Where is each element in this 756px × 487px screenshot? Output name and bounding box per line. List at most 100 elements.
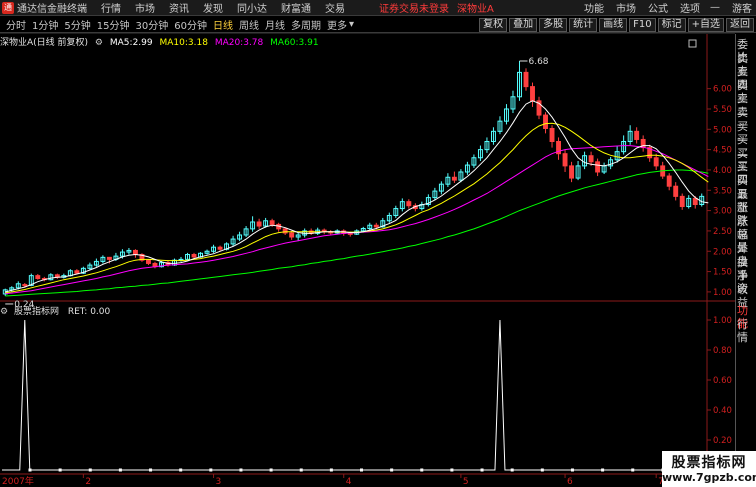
- indicator-settings-icon[interactable]: ⚙: [0, 307, 8, 317]
- candle: [562, 149, 568, 172]
- candle: [627, 125, 633, 145]
- candle: [132, 249, 138, 258]
- candle: [393, 205, 399, 218]
- price-axis-label: 4.00: [713, 166, 732, 176]
- ret-marker: [390, 468, 394, 472]
- ma10-line: [5, 122, 709, 294]
- kline-chart[interactable]: 6.680.24 6.005.505.004.504.003.503.002.5…: [0, 0, 735, 487]
- candle: [517, 61, 522, 101]
- candle-body: [451, 176, 457, 181]
- price-axis-label: 2.00: [713, 247, 732, 257]
- time-axis-label: 4: [346, 477, 352, 487]
- candle: [464, 161, 470, 175]
- candle-body: [217, 246, 223, 250]
- candle: [256, 218, 262, 229]
- candle: [425, 194, 431, 207]
- candle: [61, 273, 67, 279]
- candle: [243, 226, 249, 238]
- price-axis-label: 1.00: [713, 288, 732, 298]
- candle-body: [523, 71, 529, 88]
- time-axis-label: 5: [463, 477, 469, 487]
- candle-body: [666, 175, 672, 187]
- candle: [185, 252, 190, 261]
- ret-marker: [329, 468, 333, 472]
- sub-indicator-header: ⚙ 股票指标网 RET: 0.00: [0, 304, 111, 317]
- ret-marker: [179, 468, 183, 472]
- candle: [230, 235, 236, 247]
- candle: [523, 68, 529, 91]
- candle: [48, 273, 54, 281]
- candle: [640, 135, 646, 152]
- price-axis-label: 1.50: [713, 268, 732, 278]
- candle: [530, 82, 535, 107]
- candle: [679, 193, 685, 210]
- candle-body: [289, 232, 295, 238]
- candle: [386, 212, 392, 223]
- time-axis-label: 6: [567, 477, 573, 487]
- candle-body: [132, 249, 138, 256]
- candle: [621, 135, 627, 155]
- candle-body: [406, 201, 412, 207]
- ret-marker: [480, 468, 484, 472]
- candle-body: [269, 220, 275, 225]
- watermark-title: 股票指标网: [671, 455, 747, 471]
- ret-marker: [88, 468, 92, 472]
- candle: [569, 161, 575, 183]
- candle-body: [679, 195, 685, 208]
- price-axis-label: 3.00: [713, 207, 732, 217]
- time-axis-start-label: 2007年: [2, 475, 34, 487]
- ret-indicator-line: [2, 319, 705, 471]
- candle: [54, 273, 60, 279]
- ret-marker: [28, 468, 32, 472]
- candle: [497, 116, 503, 135]
- indicator-name[interactable]: 股票指标网: [14, 307, 59, 317]
- candle: [601, 162, 607, 175]
- candle: [432, 187, 438, 201]
- candle-body: [543, 114, 548, 129]
- candle-body: [588, 155, 594, 163]
- candle-body: [549, 127, 555, 142]
- candle: [543, 112, 548, 134]
- guest-user[interactable]: 游客: [732, 0, 752, 15]
- candle: [549, 125, 555, 148]
- candle: [504, 104, 509, 125]
- ret-marker: [540, 468, 544, 472]
- high-price-label: 6.68: [528, 57, 548, 67]
- candle: [93, 258, 99, 267]
- candle: [100, 255, 106, 264]
- candle-body: [74, 270, 80, 274]
- candle: [614, 146, 620, 163]
- ret-marker: [149, 468, 153, 472]
- candle: [211, 244, 217, 253]
- side-tab-quotes[interactable]: 行情: [737, 318, 756, 344]
- candle: [191, 252, 197, 259]
- time-axis-label: 2: [85, 477, 91, 487]
- candle: [575, 161, 581, 181]
- candle: [139, 253, 145, 262]
- candle-body: [146, 259, 151, 264]
- candle: [126, 248, 132, 255]
- candle: [582, 151, 588, 170]
- candle-body: [256, 221, 262, 227]
- candle-body: [106, 256, 112, 260]
- candle: [295, 232, 301, 242]
- ma20-line: [5, 145, 709, 294]
- ret-marker: [450, 468, 454, 472]
- ret-marker: [118, 468, 122, 472]
- candle-body: [562, 153, 568, 167]
- ret-value: 0.00: [90, 307, 111, 317]
- sub-axis-label: 0.40: [713, 406, 732, 416]
- candle: [666, 173, 672, 191]
- candle-body: [569, 165, 575, 179]
- candle: [87, 262, 93, 270]
- candle: [477, 145, 483, 162]
- maximize-chart-icon[interactable]: [688, 39, 697, 48]
- candle: [406, 199, 412, 209]
- candle-body: [692, 197, 698, 206]
- price-axis-label: 4.50: [713, 146, 732, 156]
- candle: [445, 173, 451, 188]
- watermark: 股票指标网 www.7gpzb.com: [662, 451, 756, 487]
- candle: [634, 127, 640, 144]
- candle-body: [530, 86, 535, 102]
- ret-marker: [570, 468, 574, 472]
